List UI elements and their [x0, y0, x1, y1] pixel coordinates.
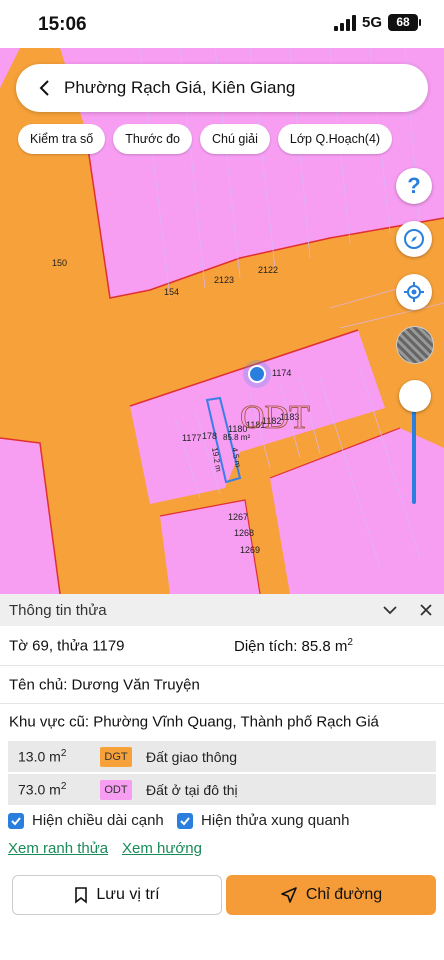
bookmark-icon — [75, 887, 88, 904]
map-plot-label: 154 — [164, 287, 179, 297]
status-bar: 15:06 5G 68 — [0, 0, 444, 48]
plot-area: Diện tích: 85.8 m2 — [234, 636, 353, 655]
table-row: 73.0 m2 ODT Đất ở tại đô thị — [8, 774, 436, 805]
opacity-slider-track[interactable] — [412, 398, 416, 504]
zone-description: Đất ở tại đô thị — [146, 781, 238, 798]
table-row: 13.0 m2 DGT Đất giao thông — [8, 741, 436, 772]
zone-description: Đất giao thông — [146, 748, 238, 765]
owner-name: Tên chủ: Dương Văn Truyện — [9, 676, 200, 693]
old-area-row: Khu vực cũ: Phường Vĩnh Quang, Thành phố… — [0, 704, 444, 740]
zone-label-odt: ODT — [240, 399, 310, 436]
basemap-layer-thumbnail[interactable] — [396, 326, 434, 364]
map-plot-label: 150 — [52, 258, 67, 268]
chip-measure[interactable]: Thước đo — [113, 124, 192, 154]
zone-table: 13.0 m2 DGT Đất giao thông 73.0 m2 ODT Đ… — [8, 741, 436, 807]
chevron-down-icon[interactable] — [382, 602, 398, 618]
link-view-direction[interactable]: Xem hướng — [122, 840, 202, 857]
checkbox-checked-icon[interactable] — [177, 812, 193, 829]
question-icon: ? — [407, 173, 421, 198]
zone-badge-odt: ODT — [100, 779, 132, 800]
old-area: Khu vực cũ: Phường Vĩnh Quang, Thành phố… — [9, 713, 379, 731]
crosshair-icon — [404, 282, 424, 302]
save-location-button[interactable]: Lưu vị trí — [12, 875, 222, 915]
link-view-boundary[interactable]: Xem ranh thửa — [8, 840, 108, 857]
signal-icon — [333, 14, 356, 31]
map-plot-label: 2123 — [214, 275, 234, 285]
map-plot-label: 1269 — [240, 545, 260, 555]
compass-icon — [404, 229, 424, 249]
chip-legend[interactable]: Chú giải — [200, 124, 270, 154]
help-button[interactable]: ? — [396, 168, 432, 204]
map-plot-label: 1267 — [228, 512, 248, 522]
map-plot-label: 1174 — [272, 368, 291, 378]
owner-row: Tên chủ: Dương Văn Truyện — [0, 666, 444, 704]
status-icons: 5G 68 — [333, 14, 421, 31]
network-type: 5G — [361, 14, 382, 31]
compass-button[interactable] — [396, 221, 432, 257]
close-icon[interactable] — [418, 602, 434, 618]
status-time: 15:06 — [38, 14, 87, 35]
chip-check-number[interactable]: Kiểm tra số — [18, 124, 106, 154]
checkbox-checked-icon[interactable] — [8, 812, 24, 829]
battery-icon: 68 — [388, 14, 421, 31]
back-arrow-icon[interactable] — [24, 64, 64, 112]
sheet-plot-number: Tờ 69, thửa 1179 — [9, 637, 125, 654]
map-plot-label: 178 — [202, 431, 217, 441]
checkbox-show-edge-lengths[interactable]: Hiện chiều dài cạnh — [8, 812, 164, 829]
navigation-arrow-icon — [281, 887, 297, 903]
checkbox-show-neighbors[interactable]: Hiện thửa xung quanh — [177, 812, 349, 829]
directions-button[interactable]: Chỉ đường — [226, 875, 436, 915]
current-location-dot — [248, 365, 266, 383]
panel-header: Thông tin thửa — [0, 594, 444, 626]
zone-badge-dgt: DGT — [100, 746, 132, 767]
map-plot-label: 1268 — [234, 528, 254, 538]
my-location-button[interactable] — [396, 274, 432, 310]
opacity-slider-knob[interactable] — [399, 380, 431, 412]
map-plot-label: 2122 — [258, 265, 278, 275]
location-title: Phường Rạch Giá, Kiên Giang — [64, 78, 296, 97]
chip-planning-layer[interactable]: Lớp Q.Hoạch(4) — [277, 124, 393, 154]
parcel-right-bottom — [270, 428, 444, 594]
panel-title: Thông tin thửa — [9, 601, 107, 619]
map-plot-label: 1177 — [182, 433, 201, 443]
search-bar[interactable]: Phường Rạch Giá, Kiên Giang — [16, 64, 428, 112]
tool-chips: Kiểm tra số Thước đo Chú giải Lớp Q.Hoạc… — [18, 124, 393, 154]
sheet-plot-row: Tờ 69, thửa 1179 Diện tích: 85.8 m2 — [0, 626, 444, 666]
